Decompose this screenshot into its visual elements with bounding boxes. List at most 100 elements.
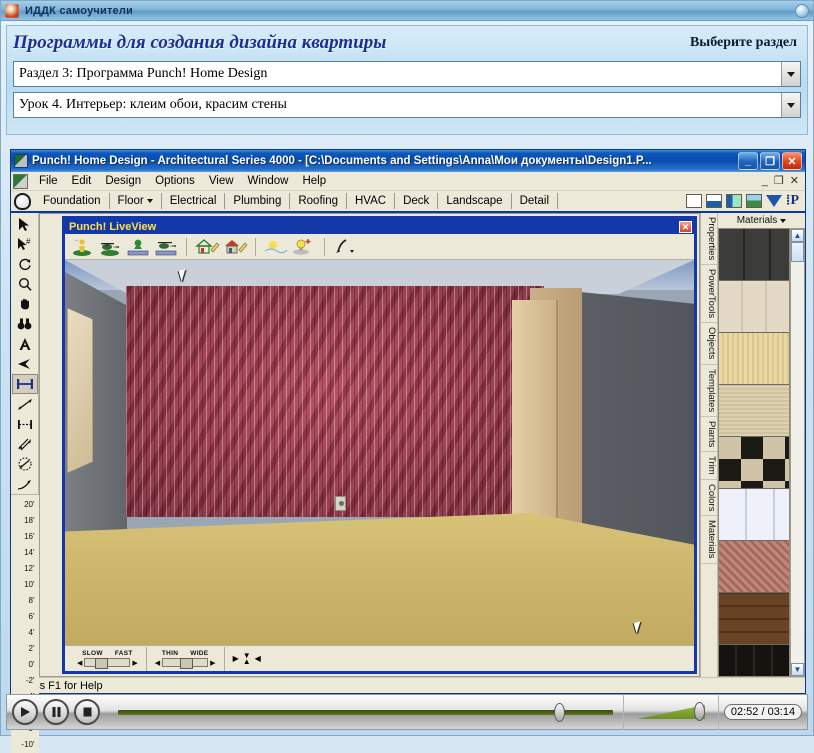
chevron-down-icon[interactable]: ▼: [791, 663, 804, 676]
width-slider-bar[interactable]: [162, 658, 208, 667]
sidebar-item-trim[interactable]: Trim: [701, 452, 717, 480]
elevation-view-icon[interactable]: [726, 194, 742, 208]
nudge-right-icon[interactable]: ◀: [255, 654, 261, 663]
text-tool-icon[interactable]: [12, 334, 38, 354]
split-view-icon[interactable]: [706, 194, 722, 208]
close-button[interactable]: ✕: [782, 152, 802, 170]
mdi-minimize-button[interactable]: _: [762, 175, 768, 187]
dimension-angled-icon[interactable]: [12, 434, 38, 454]
sidebar-item-properties[interactable]: Properties: [701, 213, 717, 265]
dimension-interior-icon[interactable]: [12, 414, 38, 434]
dimension-leader-icon[interactable]: [12, 474, 38, 494]
material-swatch[interactable]: [719, 281, 789, 333]
material-swatch[interactable]: [719, 229, 789, 281]
camera-view-icon[interactable]: [12, 354, 38, 374]
render-view-icon[interactable]: [746, 194, 762, 208]
dimension-arc-icon[interactable]: [12, 454, 38, 474]
triangle-tool-icon[interactable]: [766, 195, 782, 207]
volume-control[interactable]: [624, 694, 719, 730]
sidebar-item-templates[interactable]: Templates: [701, 365, 717, 417]
tab-landscape[interactable]: Landscape: [438, 193, 511, 209]
bulb-light-icon[interactable]: [291, 236, 317, 258]
sidebar-item-plants[interactable]: Plants: [701, 417, 717, 452]
walkthrough-person-icon[interactable]: [69, 236, 95, 258]
materials-scrollbar[interactable]: ▲ ▼: [790, 228, 805, 677]
speed-slider-bar[interactable]: [84, 658, 130, 667]
tab-floor[interactable]: Floor: [110, 193, 162, 209]
right-arrow-icon[interactable]: ▶: [132, 659, 137, 667]
section-select[interactable]: Раздел 3: Программа Punch! Home Design: [13, 61, 801, 87]
tab-detail[interactable]: Detail: [512, 193, 558, 209]
stop-button[interactable]: [74, 699, 100, 725]
mdi-restore-button[interactable]: ❐: [774, 175, 784, 187]
walkthrough-site-icon[interactable]: [125, 236, 151, 258]
tab-hvac[interactable]: HVAC: [347, 193, 395, 209]
materials-swatch-list[interactable]: [718, 228, 790, 677]
tab-electrical[interactable]: Electrical: [162, 193, 226, 209]
menu-options[interactable]: Options: [148, 174, 202, 188]
dimension-diagonal-icon[interactable]: [12, 394, 38, 414]
scrollbar-thumb[interactable]: [791, 242, 804, 262]
lesson-select[interactable]: Урок 4. Интерьер: клеим обои, красим сте…: [13, 92, 801, 118]
right-arrow-icon[interactable]: ▶: [210, 659, 215, 667]
plan-view-icon[interactable]: [686, 194, 702, 208]
menu-edit[interactable]: Edit: [65, 174, 99, 188]
maximize-button[interactable]: ❐: [760, 152, 780, 170]
dimension-linear-icon[interactable]: [12, 374, 38, 394]
speed-slider-knob[interactable]: [95, 658, 108, 669]
tab-deck[interactable]: Deck: [395, 193, 438, 209]
mdi-close-button[interactable]: ✕: [790, 175, 799, 187]
speed-slider-group[interactable]: SLOW FAST ◀ ▶: [69, 647, 147, 671]
menu-window[interactable]: Window: [241, 174, 296, 188]
width-slider-group[interactable]: THIN WIDE ◀ ▶: [147, 647, 225, 671]
sidebar-item-materials[interactable]: Materials: [701, 516, 717, 564]
close-icon[interactable]: ✕: [679, 221, 692, 233]
material-swatch[interactable]: [719, 593, 789, 645]
render-house-pencil-icon[interactable]: [194, 236, 220, 258]
chevron-down-icon[interactable]: [781, 93, 800, 117]
menu-view[interactable]: View: [202, 174, 241, 188]
seek-thumb[interactable]: [554, 703, 565, 722]
chevron-up-icon[interactable]: ▲: [791, 229, 804, 242]
nudge-updown-icon[interactable]: ▼▲: [243, 653, 251, 665]
chevron-down-icon[interactable]: [147, 199, 153, 203]
material-swatch[interactable]: [719, 437, 789, 489]
render-house-pencil-2-icon[interactable]: [222, 236, 248, 258]
pause-button[interactable]: [43, 699, 69, 725]
volume-thumb[interactable]: [694, 702, 705, 721]
binoculars-icon[interactable]: [12, 314, 38, 334]
material-swatch[interactable]: [719, 645, 789, 677]
tab-roofing[interactable]: Roofing: [290, 193, 347, 209]
play-button[interactable]: [12, 699, 38, 725]
menu-file[interactable]: File: [32, 174, 65, 188]
seek-track[interactable]: [118, 710, 613, 715]
sun-light-icon[interactable]: [263, 236, 289, 258]
flyover-site-icon[interactable]: [153, 236, 179, 258]
pan-hand-icon[interactable]: [12, 294, 38, 314]
tab-plumbing[interactable]: Plumbing: [225, 193, 290, 209]
nudge-arrows-icon[interactable]: ▶ ▼▲ ◀: [225, 653, 269, 665]
sidebar-item-objects[interactable]: Objects: [701, 323, 717, 364]
liveview-3d-canvas[interactable]: ▲ 50 ▼: [65, 260, 694, 645]
width-slider-knob[interactable]: [180, 658, 193, 669]
nudge-left-icon[interactable]: ▶: [233, 654, 239, 663]
tab-foundation[interactable]: Foundation: [35, 193, 110, 209]
chevron-down-icon[interactable]: [780, 219, 786, 223]
chevron-down-icon[interactable]: [781, 62, 800, 86]
width-slider-track[interactable]: ◀ ▶: [155, 658, 216, 667]
punch-p-icon[interactable]: ⁞P: [786, 193, 799, 209]
material-swatch[interactable]: [719, 541, 789, 593]
arrow-grid-select-icon[interactable]: #: [12, 234, 38, 254]
material-swatch[interactable]: [719, 333, 789, 385]
material-swatch[interactable]: [719, 385, 789, 437]
material-swatch[interactable]: [719, 489, 789, 541]
materials-header[interactable]: Materials: [718, 213, 805, 228]
design-workspace[interactable]: Punch! LiveView ✕: [39, 213, 700, 677]
minimize-button[interactable]: _: [738, 152, 758, 170]
flyover-helicopter-icon[interactable]: [97, 236, 123, 258]
zoom-magnifier-icon[interactable]: [12, 274, 38, 294]
help-lamp-icon[interactable]: [14, 193, 31, 210]
arrow-select-icon[interactable]: [12, 214, 38, 234]
speed-slider-track[interactable]: ◀ ▶: [77, 658, 138, 667]
pen-draw-icon[interactable]: [332, 236, 358, 258]
